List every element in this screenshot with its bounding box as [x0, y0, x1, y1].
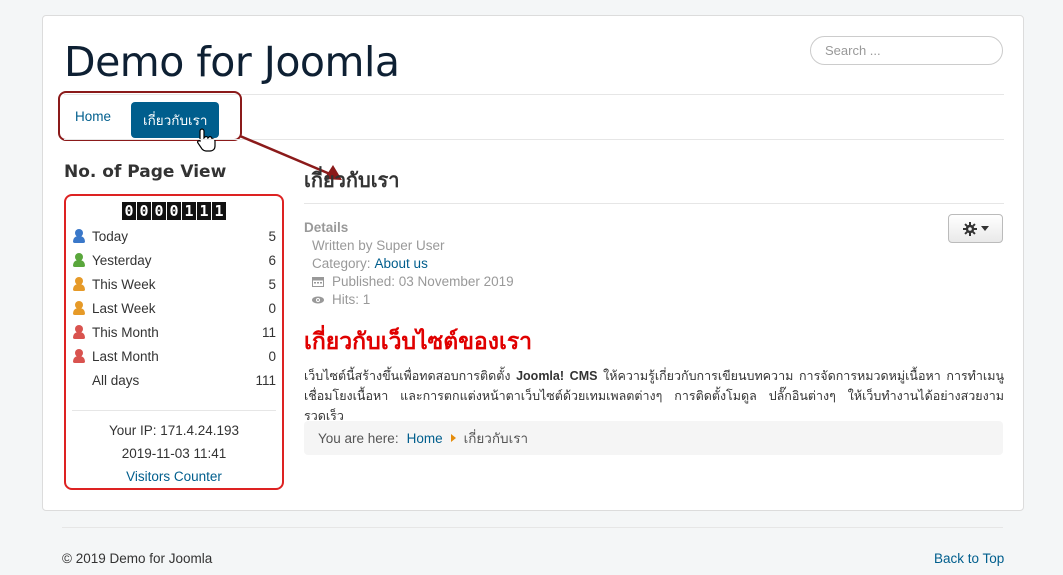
stat-value: 111 [255, 372, 276, 388]
stats-list: Today 5 Yesterday 6 This Week 5 Last Wee… [72, 224, 276, 392]
written-by: Written by Super User [312, 238, 445, 253]
category-link[interactable]: About us [375, 255, 428, 273]
visitor-info: Your IP: 171.4.24.193 2019-11-03 11:41 V… [72, 419, 276, 488]
footer-divider [62, 527, 1003, 528]
stat-value: 11 [261, 324, 276, 340]
stat-label: This Week [92, 276, 156, 292]
body-text-pre: เว็บไซต์นี้สร้างขึ้นเพื่อทดสอบการติดตั้ง [304, 369, 511, 383]
visitors-counter-module: 0 0 0 0 1 1 1 Today 5 Yesterday 6 This W… [64, 194, 284, 490]
counter-digit: 1 [212, 202, 226, 220]
breadcrumb-current: เกี่ยวกับเรา [463, 431, 529, 446]
visit-datetime: 2019-11-03 11:41 [121, 446, 227, 461]
search-input[interactable]: Search ... [810, 36, 1003, 65]
category-label: Category: [312, 256, 371, 271]
stat-value: 5 [268, 276, 276, 292]
stat-label: All days [92, 372, 140, 388]
stat-label: Last Week [92, 300, 156, 316]
counter-digit: 0 [122, 202, 136, 220]
user-blue-icon [72, 229, 86, 243]
stat-row-last-week: Last Week 0 [72, 296, 276, 320]
breadcrumb-prefix: You are here: [318, 430, 399, 446]
article-heading: เกี่ยวกับเว็บไซต์ของเรา [304, 329, 533, 355]
counter-digit: 1 [182, 202, 196, 220]
user-red-icon [72, 349, 86, 363]
chevron-down-icon [980, 226, 989, 231]
divider [64, 139, 1004, 140]
stat-row-this-week: This Week 5 [72, 272, 276, 296]
hits-count: Hits: 1 [332, 292, 371, 307]
breadcrumb-home-link[interactable]: Home [407, 431, 443, 446]
site-title[interactable]: Demo for Joomla [64, 38, 400, 86]
article-tools-button[interactable] [948, 214, 1003, 243]
stat-value: 5 [268, 228, 276, 244]
stat-row-this-month: This Month 11 [72, 320, 276, 344]
user-green-icon [72, 253, 86, 267]
user-red-icon [72, 325, 86, 339]
eye-icon [312, 296, 324, 304]
bar-chart-icon [72, 373, 86, 387]
stat-label: This Month [92, 324, 159, 340]
details-label: Details [304, 220, 349, 235]
counter-digit: 0 [137, 202, 151, 220]
counter-digit: 1 [197, 202, 211, 220]
stat-value: 0 [268, 300, 276, 316]
body-text-bold: Joomla! CMS [516, 369, 598, 383]
user-orange-icon [72, 277, 86, 291]
user-orange-icon [72, 301, 86, 315]
published-line: Published: 03 November 2019 [304, 273, 514, 291]
article-body: เว็บไซต์นี้สร้างขึ้นเพื่อทดสอบการติดตั้ง… [304, 366, 1004, 426]
stat-row-today: Today 5 [72, 224, 276, 248]
gear-icon [962, 221, 977, 236]
stat-label: Last Month [92, 348, 159, 364]
article-details: Details Written by Super User Category: … [304, 219, 514, 309]
back-to-top-link[interactable]: Back to Top [934, 551, 1004, 566]
category-line: Category: About us [304, 255, 514, 273]
stat-value: 6 [268, 252, 276, 268]
stat-row-all-days: All days 111 [72, 368, 276, 392]
divider [72, 410, 276, 411]
counter-digit: 0 [167, 202, 181, 220]
hits-line: Hits: 1 [304, 291, 514, 309]
author-line: Written by Super User [304, 237, 514, 255]
counter-digit: 0 [152, 202, 166, 220]
visitors-counter-link[interactable]: Visitors Counter [126, 469, 222, 484]
divider [304, 203, 1004, 204]
hand-cursor-icon [197, 128, 216, 152]
calendar-icon [312, 277, 324, 287]
counter-digits: 0 0 0 0 1 1 1 [72, 202, 276, 220]
stat-label: Today [92, 228, 129, 244]
breadcrumb-separator-icon [450, 434, 456, 442]
your-ip: Your IP: 171.4.24.193 [108, 423, 240, 438]
article-title: เกี่ยวกับเรา [304, 168, 400, 192]
sidebar-title: No. of Page View [64, 162, 227, 182]
stat-row-yesterday: Yesterday 6 [72, 248, 276, 272]
stat-value: 0 [268, 348, 276, 364]
stat-row-last-month: Last Month 0 [72, 344, 276, 368]
breadcrumb: You are here: Home เกี่ยวกับเรา [304, 421, 1003, 455]
published-date: Published: 03 November 2019 [332, 274, 514, 289]
stat-label: Yesterday [92, 252, 152, 268]
main-card: Demo for Joomla Search ... Home เกี่ยวกั… [42, 15, 1024, 511]
footer-copyright: © 2019 Demo for Joomla [62, 551, 213, 566]
